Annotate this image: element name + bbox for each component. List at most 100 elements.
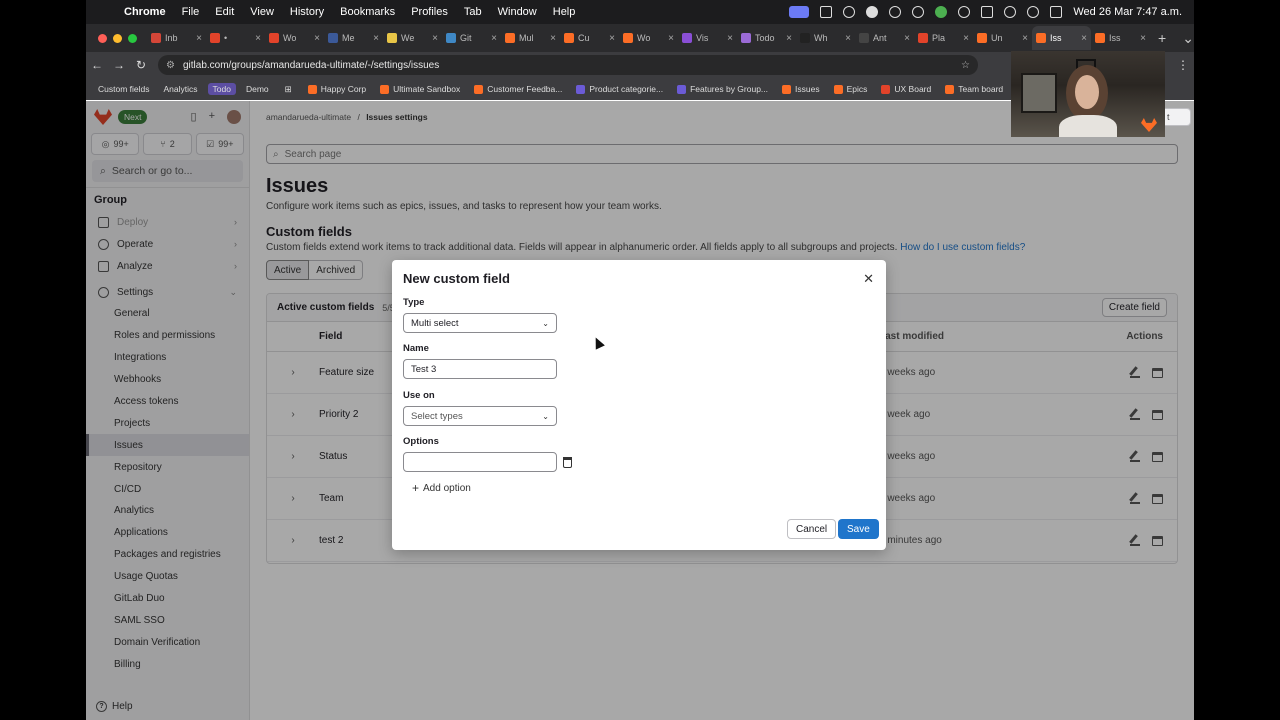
- browser-tab[interactable]: Iss ×: [1091, 26, 1150, 50]
- back-icon[interactable]: ←: [86, 58, 108, 72]
- menu-help[interactable]: Help: [545, 6, 584, 18]
- close-tab-icon[interactable]: ×: [491, 33, 497, 44]
- close-tab-icon[interactable]: ×: [1140, 33, 1146, 44]
- address-bar[interactable]: ⚙ gitlab.com/groups/amandarueda-ultimate…: [158, 55, 978, 75]
- close-window-button[interactable]: [98, 33, 107, 43]
- browser-tab[interactable]: • ×: [206, 26, 265, 50]
- close-icon[interactable]: ✕: [863, 271, 874, 287]
- bookmark-item[interactable]: Analytics: [160, 84, 202, 94]
- bookmark-star-icon[interactable]: ☆: [961, 60, 970, 71]
- close-tab-icon[interactable]: ×: [727, 33, 733, 44]
- menu-profiles[interactable]: Profiles: [403, 6, 456, 18]
- menu-kebab-icon[interactable]: ⋮: [1172, 58, 1194, 72]
- close-tab-icon[interactable]: ×: [609, 33, 615, 44]
- menu-view[interactable]: View: [242, 6, 282, 18]
- close-tab-icon[interactable]: ×: [196, 33, 202, 44]
- save-button[interactable]: Save: [838, 519, 879, 539]
- menu-history[interactable]: History: [282, 6, 332, 18]
- bookmark-item[interactable]: Ultimate Sandbox: [376, 84, 464, 94]
- browser-tab[interactable]: Wo ×: [619, 26, 678, 50]
- bookmark-item[interactable]: Todo: [207, 83, 236, 95]
- tab-title: Git: [460, 33, 472, 43]
- bookmark-item[interactable]: Team board: [941, 84, 1007, 94]
- webcam-overlay: [1011, 51, 1165, 137]
- bookmark-item[interactable]: UX Board: [877, 84, 935, 94]
- trash-icon[interactable]: [563, 457, 572, 468]
- close-tab-icon[interactable]: ×: [314, 33, 320, 44]
- menubar-clock[interactable]: Wed 26 Mar 7:47 a.m.: [1073, 6, 1182, 18]
- timer-icon[interactable]: [912, 6, 925, 18]
- browser-tab[interactable]: Todo ×: [737, 26, 796, 50]
- type-select[interactable]: Multi select ⌄: [403, 313, 557, 333]
- new-tab-button[interactable]: +: [1150, 30, 1174, 46]
- zoom-window-button[interactable]: [128, 33, 137, 43]
- minimize-window-button[interactable]: [113, 33, 122, 43]
- close-tab-icon[interactable]: ×: [1081, 33, 1087, 44]
- close-tab-icon[interactable]: ×: [786, 33, 792, 44]
- webcam-window-shape: [1021, 73, 1057, 113]
- browser-tab[interactable]: Mul ×: [501, 26, 560, 50]
- reload-icon[interactable]: ↻: [130, 58, 152, 72]
- forward-icon[interactable]: →: [108, 58, 130, 72]
- browser-tab[interactable]: Wo ×: [265, 26, 324, 50]
- close-tab-icon[interactable]: ×: [432, 33, 438, 44]
- menu-file[interactable]: File: [174, 6, 208, 18]
- browser-tab[interactable]: Git ×: [442, 26, 501, 50]
- browser-tab[interactable]: Wh ×: [796, 26, 855, 50]
- menu-edit[interactable]: Edit: [207, 6, 242, 18]
- browser-tab[interactable]: Pla ×: [914, 26, 973, 50]
- bookmark-item[interactable]: Demo: [242, 84, 273, 94]
- site-info-icon[interactable]: ⚙: [166, 60, 175, 71]
- close-tab-icon[interactable]: ×: [373, 33, 379, 44]
- browser-tab[interactable]: Un ×: [973, 26, 1032, 50]
- control-center-icon[interactable]: [1050, 6, 1063, 18]
- close-tab-icon[interactable]: ×: [255, 33, 261, 44]
- tab-favicon-icon: [1036, 33, 1046, 43]
- vpn-icon[interactable]: [889, 6, 902, 18]
- browser-tab[interactable]: Cu ×: [560, 26, 619, 50]
- spotlight-icon[interactable]: [1027, 6, 1040, 18]
- close-tab-icon[interactable]: ×: [668, 33, 674, 44]
- browser-tab[interactable]: Iss ×: [1032, 26, 1091, 50]
- menu-window[interactable]: Window: [490, 6, 545, 18]
- name-input[interactable]: Test 3: [403, 359, 557, 379]
- close-tab-icon[interactable]: ×: [1022, 33, 1028, 44]
- browser-tab[interactable]: Ant ×: [855, 26, 914, 50]
- tab-search-icon[interactable]: ⌄: [1174, 30, 1194, 47]
- add-option-button[interactable]: + Add option: [412, 481, 471, 495]
- menu-bookmarks[interactable]: Bookmarks: [332, 6, 403, 18]
- cancel-button[interactable]: Cancel: [787, 519, 837, 539]
- wifi-icon[interactable]: [1004, 6, 1017, 18]
- display-icon[interactable]: [820, 6, 833, 18]
- cloud-icon[interactable]: [866, 6, 879, 18]
- tab-favicon-icon: [859, 33, 869, 43]
- app-status-icon[interactable]: [935, 6, 948, 18]
- bookmark-item[interactable]: Issues: [778, 84, 824, 94]
- bookmark-item[interactable]: Customer Feedba...: [470, 84, 566, 94]
- screen-share-icon[interactable]: [789, 6, 810, 18]
- bookmark-item[interactable]: Product categorie...: [572, 84, 667, 94]
- close-tab-icon[interactable]: ×: [550, 33, 556, 44]
- bookmark-item[interactable]: Custom fields: [94, 84, 154, 94]
- tab-title: Wh: [814, 33, 828, 43]
- partially-hidden-button[interactable]: t: [1165, 108, 1191, 126]
- tab-favicon-icon: [564, 33, 574, 43]
- browser-tab[interactable]: Inb ×: [147, 26, 206, 50]
- menu-tab[interactable]: Tab: [456, 6, 490, 18]
- bookmark-item[interactable]: Happy Corp: [304, 84, 370, 94]
- apps-grid-icon[interactable]: ⊞: [279, 84, 298, 95]
- browser-tab[interactable]: Me ×: [324, 26, 383, 50]
- use-on-select[interactable]: Select types ⌄: [403, 406, 557, 426]
- bookmark-item[interactable]: Epics: [830, 84, 872, 94]
- browser-tab[interactable]: We ×: [383, 26, 442, 50]
- focus-icon[interactable]: [958, 6, 971, 18]
- bookmark-item[interactable]: Features by Group...: [673, 84, 772, 94]
- browser-tab[interactable]: Vis ×: [678, 26, 737, 50]
- close-tab-icon[interactable]: ×: [904, 33, 910, 44]
- menu-app-name[interactable]: Chrome: [116, 6, 174, 18]
- battery-icon[interactable]: [981, 6, 994, 18]
- close-tab-icon[interactable]: ×: [963, 33, 969, 44]
- close-tab-icon[interactable]: ×: [845, 33, 851, 44]
- record-icon[interactable]: [843, 6, 856, 18]
- option-input[interactable]: [403, 452, 557, 472]
